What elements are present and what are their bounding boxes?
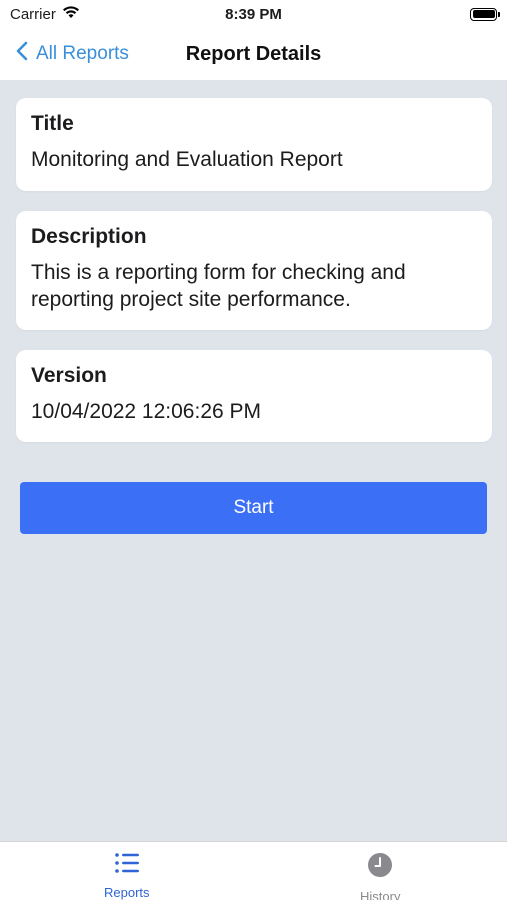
tab-bar: Reports History xyxy=(0,841,507,900)
battery-fill xyxy=(472,10,495,18)
clock-icon xyxy=(367,852,393,883)
back-button-label: All Reports xyxy=(36,43,129,64)
back-button[interactable]: All Reports xyxy=(16,28,129,80)
title-label: Title xyxy=(31,112,74,135)
start-button[interactable]: Start xyxy=(20,482,487,534)
wifi-icon xyxy=(62,5,80,23)
tab-reports[interactable]: Reports xyxy=(0,842,254,900)
status-left: Carrier xyxy=(10,5,80,23)
status-bar: Carrier 8:39 PM xyxy=(0,0,507,28)
battery-icon xyxy=(470,7,500,21)
description-value-line-2: reporting project site performance. xyxy=(31,288,351,311)
version-label: Version xyxy=(31,364,107,387)
tab-history-label: History xyxy=(360,889,401,900)
description-card: Description This is a reporting form for… xyxy=(16,211,492,330)
chevron-left-icon xyxy=(16,41,28,67)
title-card: Title Monitoring and Evaluation Report xyxy=(16,98,492,191)
version-value: 10/04/2022 12:06:26 PM xyxy=(31,400,262,423)
list-icon xyxy=(114,852,140,879)
title-value: Monitoring and Evaluation Report xyxy=(31,148,343,171)
carrier-label: Carrier xyxy=(10,5,56,23)
description-label: Description xyxy=(31,225,147,248)
navigation-bar: All Reports Report Details xyxy=(0,28,507,80)
version-card: Version 10/04/2022 12:06:26 PM xyxy=(16,350,492,442)
tab-reports-label: Reports xyxy=(103,885,150,900)
description-value-line-1: This is a reporting form for checking an… xyxy=(31,261,406,284)
tab-history[interactable]: History xyxy=(254,842,507,900)
